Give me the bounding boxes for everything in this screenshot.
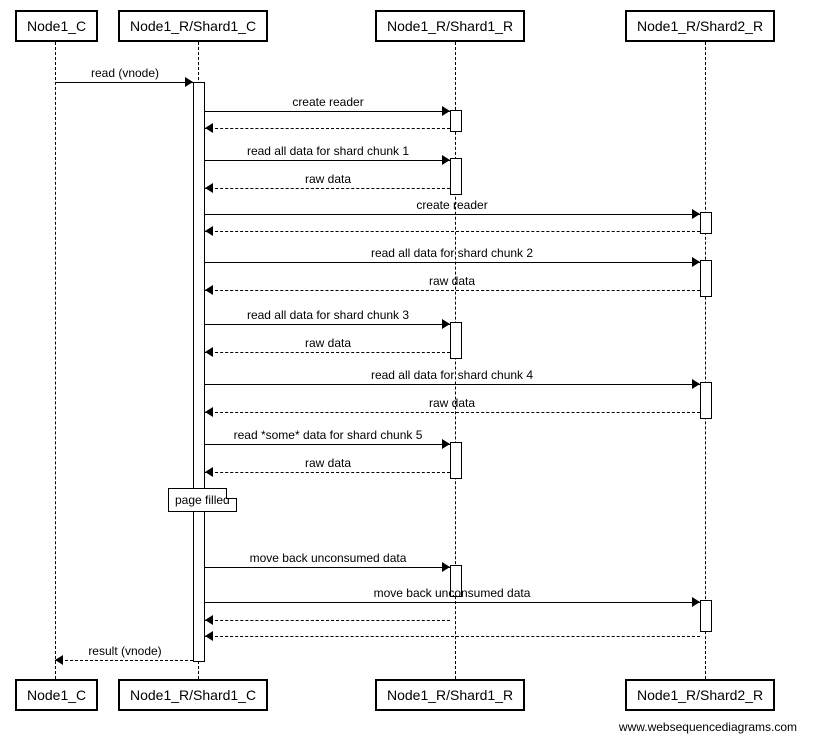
msg-create-reader-2-return [205, 231, 700, 232]
arrow-icon [692, 379, 700, 389]
activation-p4-2 [700, 260, 712, 297]
msg-moveback1-label: move back unconsumed data [250, 551, 407, 565]
msg-raw2 [205, 290, 700, 291]
msg-moveback2 [205, 602, 700, 603]
msg-moveback2-label: move back unconsumed data [374, 586, 531, 600]
arrow-icon [442, 106, 450, 116]
msg-raw4 [205, 412, 700, 413]
arrow-icon [442, 562, 450, 572]
arrow-icon [205, 123, 213, 133]
activation-p2 [193, 82, 205, 662]
msg-raw3-label: raw data [305, 336, 351, 350]
msg-result-label: result (vnode) [88, 644, 161, 658]
msg-chunk2 [205, 262, 700, 263]
note-label: page filled [175, 493, 230, 507]
lifeline-p1 [55, 42, 56, 679]
msg-create-reader-2 [205, 214, 700, 215]
participant-node1r-shard1c-bottom: Node1_R/Shard1_C [118, 679, 268, 711]
activation-p4-4 [700, 600, 712, 632]
arrow-icon [205, 183, 213, 193]
msg-create-reader-1-return [205, 128, 450, 129]
msg-result [55, 660, 193, 661]
arrow-icon [442, 319, 450, 329]
note-corner-icon [226, 488, 237, 499]
participant-node1r-shard2r-top: Node1_R/Shard2_R [625, 10, 775, 42]
arrow-icon [205, 467, 213, 477]
msg-moveback1 [205, 567, 450, 568]
arrow-icon [692, 597, 700, 607]
msg-create-reader-1 [205, 111, 450, 112]
msg-chunk5 [205, 444, 450, 445]
msg-chunk1 [205, 160, 450, 161]
msg-raw5 [205, 472, 450, 473]
msg-read-vnode-label: read (vnode) [91, 66, 159, 80]
arrow-icon [185, 77, 193, 87]
sequence-diagram: Node1_C Node1_R/Shard1_C Node1_R/Shard1_… [0, 0, 815, 742]
arrow-icon [55, 655, 63, 665]
participant-node1-c-top: Node1_C [15, 10, 98, 42]
msg-chunk5-label: read *some* data for shard chunk 5 [234, 428, 423, 442]
note-page-filled: page filled [168, 488, 237, 512]
participant-node1r-shard1r-bottom: Node1_R/Shard1_R [375, 679, 525, 711]
msg-chunk4 [205, 384, 700, 385]
arrow-icon [205, 285, 213, 295]
msg-raw3 [205, 352, 450, 353]
msg-create-reader-2-label: create reader [416, 198, 487, 212]
arrow-icon [205, 631, 213, 641]
activation-p3-3 [450, 322, 462, 359]
arrow-icon [205, 226, 213, 236]
participant-node1r-shard1c-top: Node1_R/Shard1_C [118, 10, 268, 42]
msg-raw1-label: raw data [305, 172, 351, 186]
lifeline-p4 [705, 42, 706, 679]
arrow-icon [692, 209, 700, 219]
msg-raw2-label: raw data [429, 274, 475, 288]
msg-raw4-label: raw data [429, 396, 475, 410]
msg-raw1 [205, 188, 450, 189]
credit-label: www.websequencediagrams.com [619, 720, 797, 734]
msg-chunk3-label: read all data for shard chunk 3 [247, 308, 409, 322]
activation-p3-1 [450, 110, 462, 132]
msg-chunk3 [205, 324, 450, 325]
msg-create-reader-1-label: create reader [292, 95, 363, 109]
msg-raw5-label: raw data [305, 456, 351, 470]
participant-node1-c-bottom: Node1_C [15, 679, 98, 711]
arrow-icon [692, 257, 700, 267]
arrow-icon [205, 347, 213, 357]
msg-chunk4-label: read all data for shard chunk 4 [371, 368, 533, 382]
participant-node1r-shard1r-top: Node1_R/Shard1_R [375, 10, 525, 42]
activation-p4-1 [700, 212, 712, 234]
arrow-icon [442, 439, 450, 449]
activation-p3-4 [450, 442, 462, 479]
participant-node1r-shard2r-bottom: Node1_R/Shard2_R [625, 679, 775, 711]
msg-moveback1-return [205, 620, 450, 621]
arrow-icon [205, 407, 213, 417]
activation-p4-3 [700, 382, 712, 419]
arrow-icon [205, 615, 213, 625]
msg-chunk2-label: read all data for shard chunk 2 [371, 246, 533, 260]
activation-p3-2 [450, 158, 462, 195]
msg-read-vnode [55, 82, 193, 83]
arrow-icon [442, 155, 450, 165]
msg-chunk1-label: read all data for shard chunk 1 [247, 144, 409, 158]
msg-moveback2-return [205, 636, 700, 637]
